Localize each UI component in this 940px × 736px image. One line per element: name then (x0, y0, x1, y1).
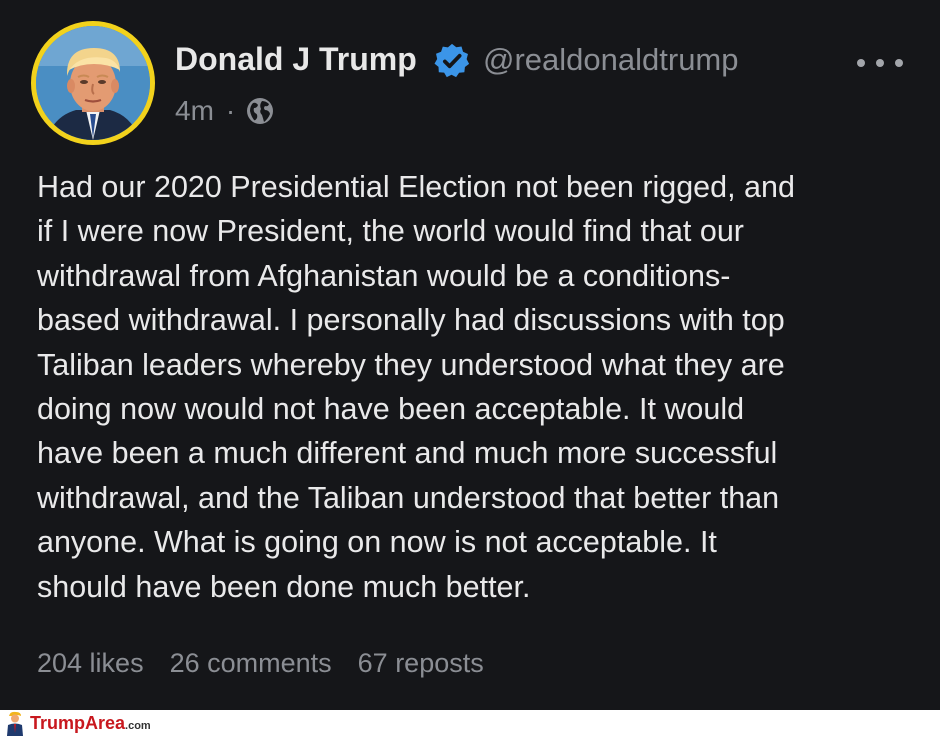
globe-icon (247, 98, 274, 124)
likes-count[interactable]: 204 likes (37, 648, 144, 679)
post-body-line: Had our 2020 Presidential Election not b… (37, 170, 795, 204)
author-name[interactable]: Donald J Trump (175, 41, 417, 78)
avatar[interactable] (31, 21, 155, 145)
watermark-figure-icon (7, 711, 23, 736)
post-body-line: withdrawal, and the Taliban understood t… (37, 480, 780, 515)
post-body-line: anyone. What is going on now is not acce… (37, 525, 717, 560)
profile-photo (36, 26, 150, 140)
post-timestamp[interactable]: 4m (175, 95, 214, 127)
reposts-count[interactable]: 67 reposts (358, 648, 484, 679)
post-body-line: if I were now President, the world would… (37, 214, 744, 249)
author-handle[interactable]: @realdonaldtrump (483, 42, 739, 78)
more-options-button[interactable] (857, 50, 903, 76)
comments-count[interactable]: 26 comments (170, 648, 332, 679)
meta-separator: · (225, 95, 236, 126)
watermark-text: TrumpArea (30, 713, 126, 733)
watermark-logo: TrumpArea.com (30, 713, 151, 734)
post-body-line: doing now would not have been acceptable… (37, 392, 745, 427)
post-body-line: have been a much different and much more… (37, 436, 778, 471)
post-body-line: based withdrawal. I personally had discu… (37, 303, 785, 338)
post-meta: 4m · (175, 95, 275, 127)
watermark-bar: TrumpArea.com (0, 710, 940, 736)
more-horizontal-icon (857, 59, 865, 67)
verified-badge-icon (434, 43, 470, 78)
post-body: Had our 2020 Presidential Election not b… (37, 165, 917, 609)
post-card: Donald J Trump @realdonaldtrump 4m · Had… (0, 0, 940, 710)
post-body-line: should have been done much better. (37, 569, 531, 604)
watermark-suffix: .com (125, 720, 151, 732)
post-stats: 204 likes 26 comments 67 reposts (37, 648, 510, 679)
post-body-line: withdrawal from Afghanistan would be a c… (37, 258, 731, 293)
post-body-line: Taliban leaders whereby they understood … (37, 347, 785, 382)
